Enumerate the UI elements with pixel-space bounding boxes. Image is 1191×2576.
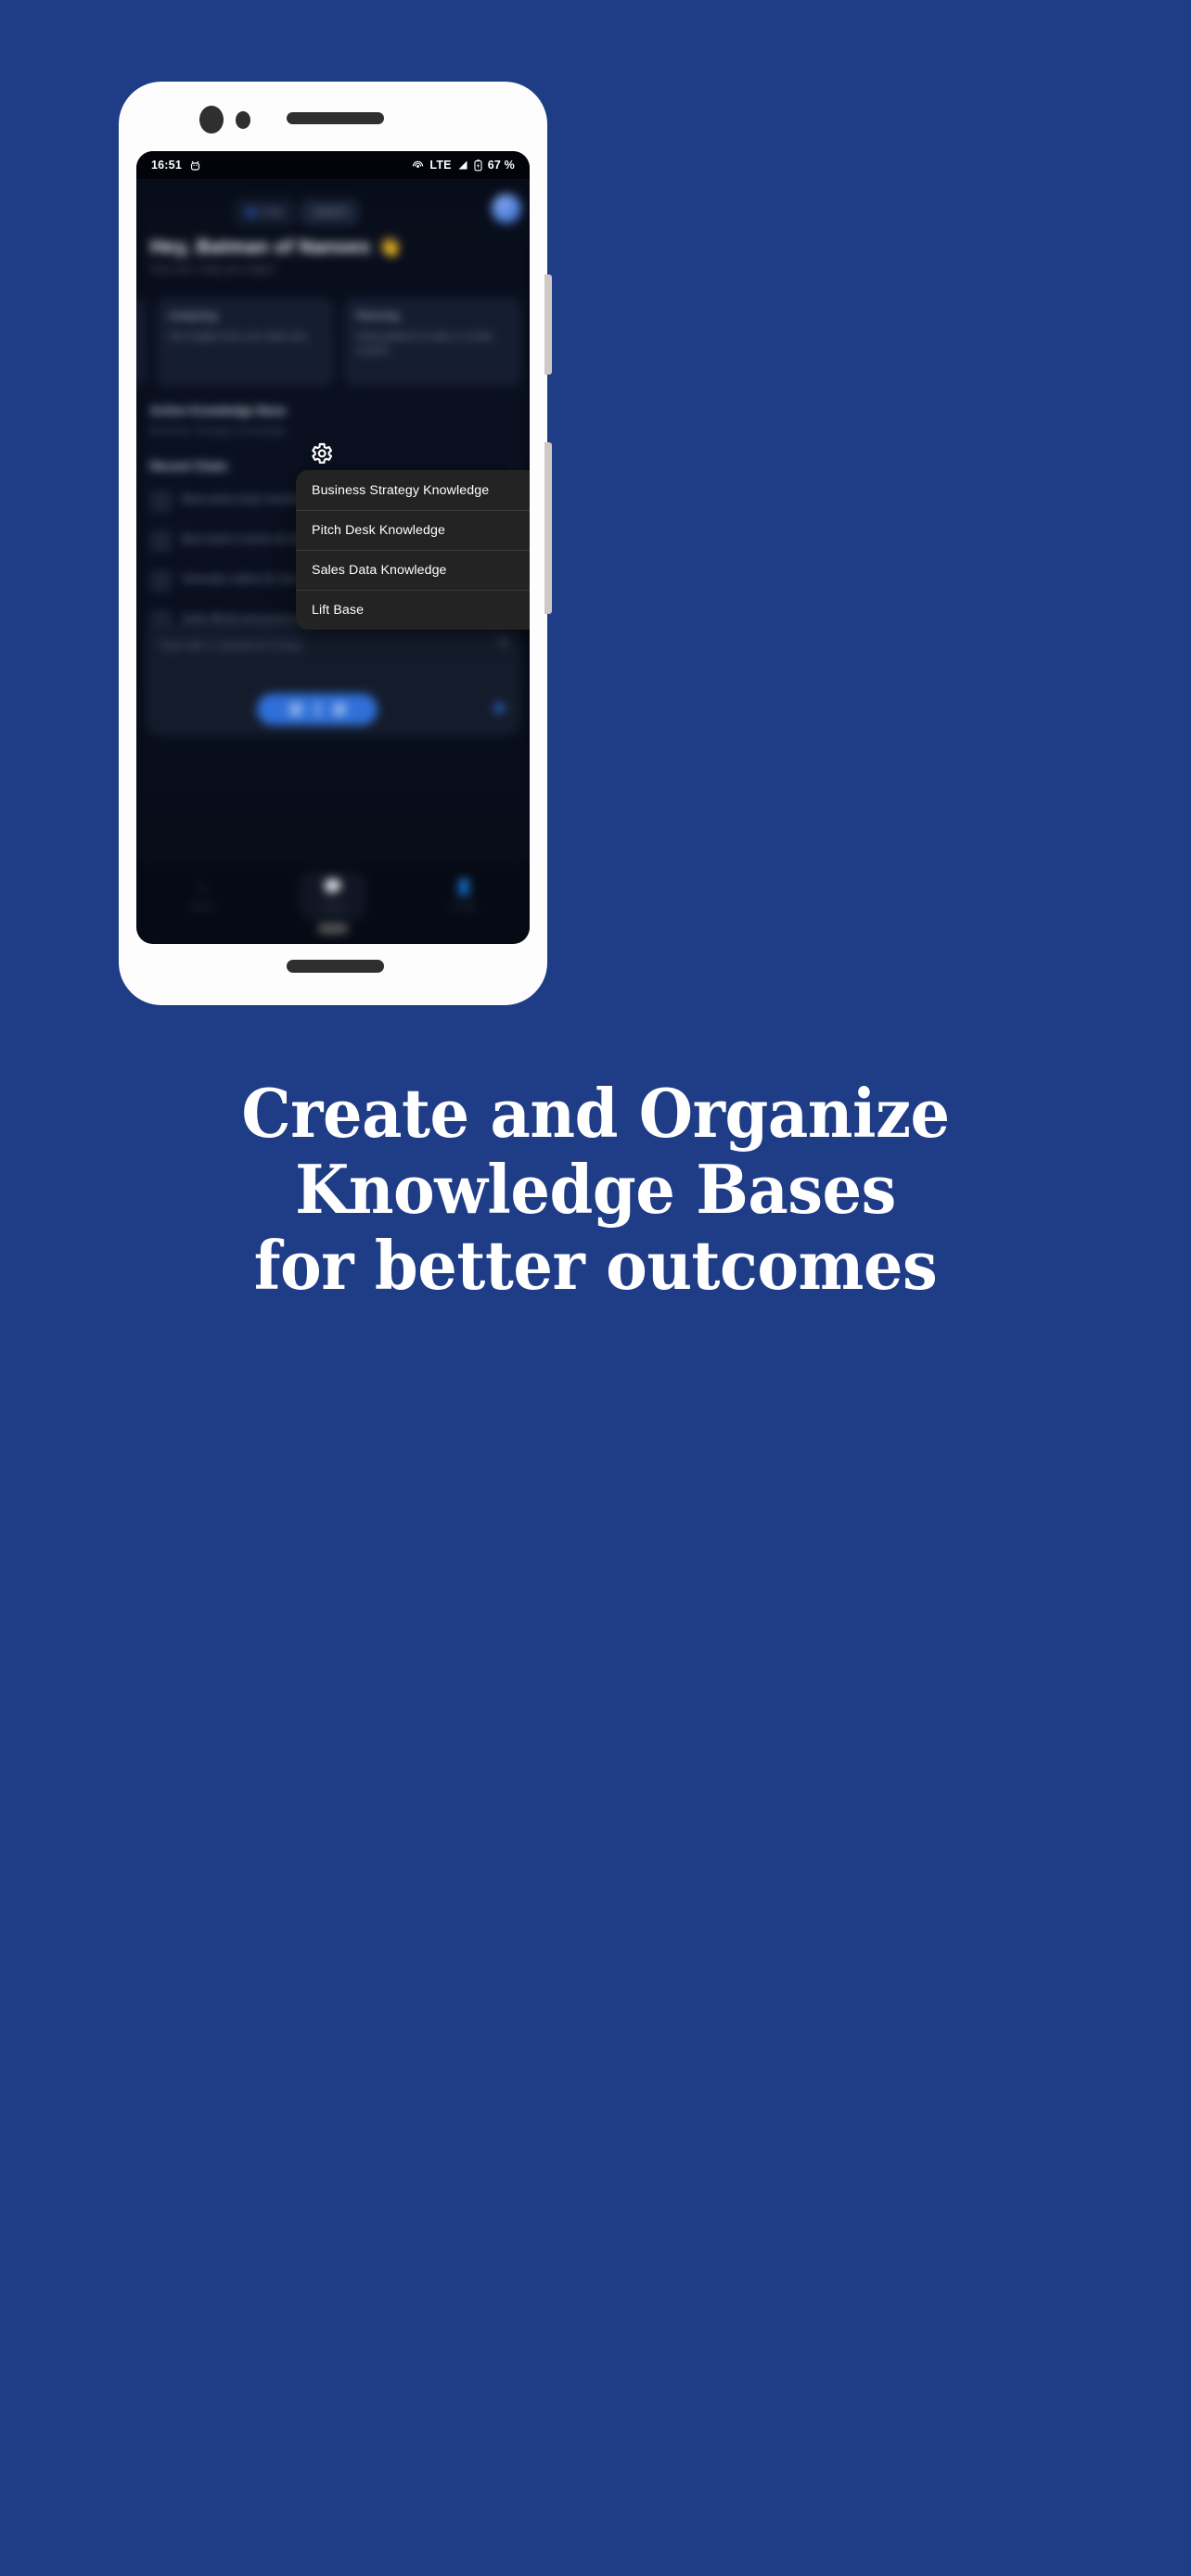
earpiece-speaker [287,112,384,124]
chat-item-label: Best week in terms of sales [182,534,312,546]
status-bar: 16:51 LTE 67 % [136,151,530,179]
chat-item-icon [150,490,172,512]
avatar[interactable] [492,194,521,223]
greeting-title: Hey, Batman of Nanoes 👋 [150,236,403,259]
greeting-text: Hey, Batman of Nanoes [150,236,371,258]
tab-chat[interactable]: Chat [235,199,296,225]
menu-item-sales-data[interactable]: Sales Data Knowledge [296,550,530,590]
composer-placeholder: Type talk or upload an image... [159,639,312,652]
front-camera-icon [199,106,224,134]
headline-line-3: for better outcomes [253,1226,938,1306]
phone-mockup: Chat Search Hey, Batman of Nanoes 👋 How … [119,82,552,1005]
gear-icon[interactable] [308,440,334,466]
card-planning[interactable]: Planning Draft guidance to plan or creat… [344,298,521,387]
card-peek[interactable] [136,298,147,387]
active-kb-title: Active Knowledge Base [150,403,287,417]
top-tabs: Chat Search [235,199,360,225]
menu-item-lift-base[interactable]: Lift Base [296,590,530,630]
phone-screen: Chat Search Hey, Batman of Nanoes 👋 How … [136,151,530,944]
knowledge-base-dropdown-menu[interactable]: Business Strategy Knowledge Pitch Desk K… [296,470,530,630]
greeting-subtitle: How can I help you today? [150,264,276,275]
home-indicator [317,924,349,934]
page-title: Create and Organize Knowledge Bases for … [42,1074,1149,1306]
card-analyzing[interactable]: Analyzing Get insights from your data se… [157,298,334,387]
headline-line-1: Create and Organize [241,1074,950,1153]
paperclip-icon[interactable]: ✎ [497,635,508,651]
nav-home-label: Home [189,902,214,912]
menu-item-business-strategy[interactable]: Business Strategy Knowledge [296,470,530,510]
wave-emoji: 👋 [378,236,403,258]
status-time: 16:51 [151,159,182,172]
person-icon: 👤 [454,878,474,896]
stop-icon [288,703,302,716]
tab-search[interactable]: Search [301,199,360,225]
mic-icon [332,703,346,716]
nav-item-home[interactable]: ⌂ Home [136,879,267,912]
suggestion-cards: Analyzing Get insights from your data se… [136,298,521,387]
headline-line-2: Knowledge Bases [295,1150,896,1230]
voice-record-pill[interactable] [257,694,378,725]
card-planning-body: Draft guidance to plan or create content… [356,331,493,357]
power-button[interactable] [544,442,552,614]
nav-profile-label: Profile [451,902,477,912]
send-icon[interactable]: ▶ [495,698,507,717]
bottom-nav: ⌂ Home 💬 Chats 👤 Profile [136,862,530,944]
chat-item-icon [150,569,172,592]
home-icon: ⌂ [197,878,207,896]
card-planning-title: Planning [356,311,400,322]
sensor-icon [236,111,250,129]
waveform-icon [314,702,320,717]
message-composer[interactable]: Type talk or upload an image... ✎ ▶ [146,624,520,735]
battery-charging-icon [474,159,482,172]
nav-active-highlight [300,872,366,920]
card-analyzing-body: Get insights from your data sets. [169,331,310,342]
menu-item-pitch-desk[interactable]: Pitch Desk Knowledge [296,510,530,550]
card-analyzing-title: Analyzing [169,311,217,322]
nav-item-profile[interactable]: 👤 Profile [399,879,530,912]
bottom-speaker [287,960,384,973]
status-network: LTE [429,159,452,172]
signal-icon [457,159,468,171]
cast-icon [412,159,424,172]
tab-search-label: Search [314,207,347,218]
promo-page: Chat Search Hey, Batman of Nanoes 👋 How … [0,0,1191,2576]
volume-button[interactable] [544,274,552,375]
recent-chats-title: Recent Chats [150,459,228,473]
tab-chat-label: Chat [261,207,283,218]
chat-icon [248,209,255,216]
status-battery-level: 67 % [487,159,515,172]
chat-item-icon [150,529,172,552]
active-kb-value: Business Strategy Knowledge [150,426,287,437]
android-debug-icon [190,159,200,172]
